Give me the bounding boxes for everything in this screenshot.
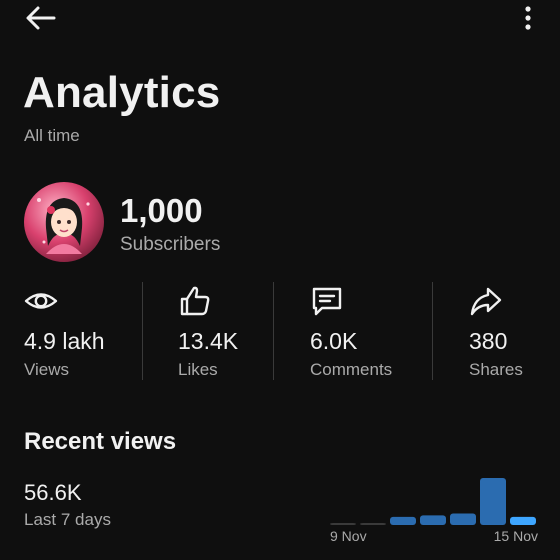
recent-views-title: Recent views [24, 428, 177, 455]
recent-views-chart[interactable]: 9 Nov 15 Nov [326, 470, 540, 550]
chart-bar [480, 477, 506, 525]
comments-label: Comments [310, 360, 393, 379]
chart-bar [450, 513, 476, 525]
page-subtitle: All time [24, 126, 80, 145]
x-tick-label: 9 Nov [330, 528, 367, 544]
stat-divider [142, 282, 143, 380]
likes-label: Likes [178, 360, 218, 379]
chart-bar [420, 515, 446, 525]
shares-value: 380 [469, 328, 508, 354]
top-bar [0, 0, 560, 40]
recent-views-period: Last 7 days [24, 510, 111, 529]
more-vertical-icon [525, 6, 531, 30]
views-label: Views [24, 360, 70, 379]
subscriber-label: Subscribers [120, 234, 221, 255]
shares-label: Shares [469, 360, 523, 379]
stat-divider [432, 282, 433, 380]
more-options-button[interactable] [514, 4, 542, 32]
channel-avatar[interactable] [24, 182, 104, 262]
recent-views-value: 56.6K [24, 480, 82, 505]
subscriber-count: 1,000 [120, 192, 203, 229]
comments-value: 6.0K [310, 328, 358, 354]
share-icon [470, 287, 502, 316]
stats-row: 4.9 lakh Views 13.4K Likes 6.0K Comments… [0, 278, 560, 386]
page-title: Analytics [23, 68, 221, 117]
chart-bar [510, 516, 536, 525]
bar-chart-svg [330, 477, 536, 525]
back-button[interactable] [24, 4, 58, 32]
likes-value: 13.4K [178, 328, 239, 354]
views-value: 4.9 lakh [24, 328, 105, 354]
x-tick-label: 15 Nov [493, 528, 538, 544]
arrow-left-icon [26, 6, 56, 30]
stat-divider [273, 282, 274, 380]
chart-bar [390, 516, 416, 525]
comment-icon [312, 287, 342, 316]
chart-bar [330, 523, 356, 525]
thumbs-up-icon [180, 286, 210, 316]
chart-bar [360, 523, 386, 525]
avatar-image [37, 198, 90, 254]
eye-icon [24, 293, 58, 309]
